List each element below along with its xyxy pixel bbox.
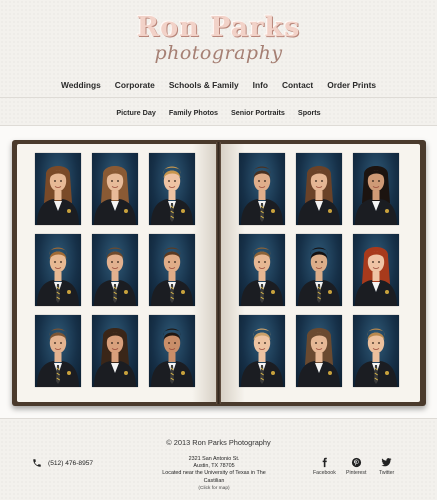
phone-icon — [33, 459, 41, 467]
primary-nav: Weddings Corporate Schools & Family Info… — [0, 80, 437, 90]
left-student-portrait[interactable] — [35, 315, 81, 387]
facebook-link[interactable]: Facebook — [313, 457, 336, 476]
left-student-portrait[interactable] — [149, 234, 195, 306]
twitter-link[interactable]: Twitter — [379, 457, 394, 476]
phone-number[interactable]: (512) 476-8957 — [48, 460, 93, 467]
twitter-label: Twitter — [379, 470, 395, 476]
nav-order-prints[interactable]: Order Prints — [327, 80, 376, 90]
copyright-text: © 2013 Ron Parks Photography — [166, 438, 271, 447]
nav-divider — [0, 97, 437, 98]
pinterest-icon — [351, 457, 361, 468]
nav-weddings[interactable]: Weddings — [61, 80, 101, 90]
pinterest-link[interactable]: Pinterest — [346, 457, 366, 476]
left-student-portrait[interactable] — [92, 315, 138, 387]
left-student-portrait[interactable] — [149, 315, 195, 387]
yearbook-right-page — [221, 144, 420, 402]
right-student-portrait[interactable] — [296, 153, 342, 225]
nav-info[interactable]: Info — [253, 80, 268, 90]
facebook-icon — [322, 457, 327, 468]
left-student-portrait[interactable] — [35, 153, 81, 225]
address-line: Castilian — [203, 477, 225, 484]
address-line: Located near the University of Texas in … — [162, 470, 266, 477]
right-student-portrait[interactable] — [353, 315, 399, 387]
subnav-sports[interactable]: Sports — [298, 108, 321, 117]
nav-contact[interactable]: Contact — [282, 80, 313, 90]
right-student-portrait[interactable] — [353, 234, 399, 306]
subnav-picture-day[interactable]: Picture Day — [116, 108, 156, 117]
right-student-portrait[interactable] — [239, 234, 285, 306]
right-student-portrait[interactable] — [296, 234, 342, 306]
address-block[interactable]: 2321 San Antonio St. Austin, TX 78705 Lo… — [150, 456, 278, 492]
logo-tagline[interactable]: photography — [0, 42, 437, 64]
right-student-portrait[interactable] — [239, 153, 285, 225]
nav-schools-family[interactable]: Schools & Family — [169, 80, 239, 90]
address-line: Austin, TX 78705 — [193, 463, 235, 470]
subnav-family-photos[interactable]: Family Photos — [169, 108, 218, 117]
gallery-divider — [0, 418, 437, 419]
map-link[interactable]: (Click for map) — [150, 485, 278, 492]
yearbook-spine — [216, 142, 221, 404]
pinterest-label: Pinterest — [346, 470, 367, 476]
secondary-nav: Picture Day Family Photos Senior Portrai… — [0, 108, 437, 117]
left-student-portrait[interactable] — [35, 234, 81, 306]
twitter-icon — [381, 458, 392, 467]
right-student-portrait[interactable] — [353, 153, 399, 225]
yearbook-left-page — [17, 144, 216, 402]
left-student-portrait[interactable] — [149, 153, 195, 225]
logo-wordmark[interactable]: Ron Parks — [0, 12, 437, 43]
address-line: 2321 San Antonio St. — [188, 456, 240, 462]
phone-contact[interactable]: (512) 476-8957 — [32, 458, 93, 468]
facebook-label: Facebook — [313, 470, 336, 476]
left-student-portrait[interactable] — [92, 234, 138, 306]
nav-corporate[interactable]: Corporate — [115, 80, 155, 90]
right-student-portrait[interactable] — [296, 315, 342, 387]
right-student-portrait[interactable] — [239, 315, 285, 387]
left-student-portrait[interactable] — [92, 153, 138, 225]
subnav-senior-portraits[interactable]: Senior Portraits — [231, 108, 285, 117]
